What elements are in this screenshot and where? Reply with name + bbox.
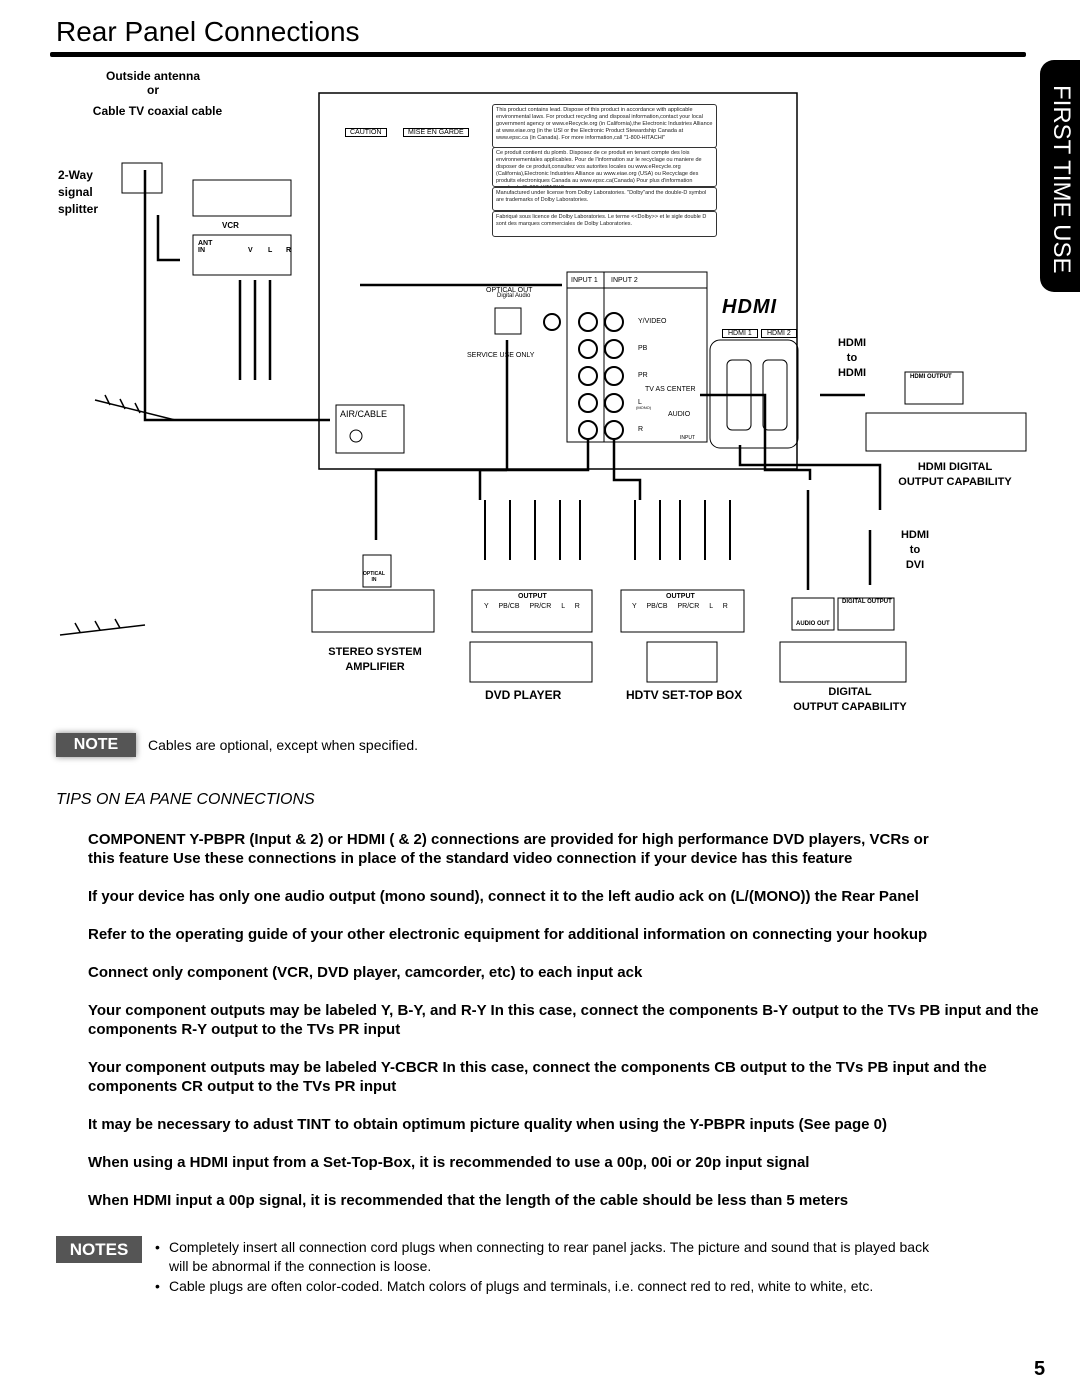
vcr-r-label: R: [286, 247, 292, 254]
tv-center-label: TV AS CENTER: [645, 386, 696, 393]
audio-label: AUDIO: [668, 411, 691, 418]
page-number: 5: [1034, 1358, 1046, 1380]
dolby-notice-fr: Fabriqué sous licence de Dolby Laborator…: [492, 211, 717, 237]
dvd-player-label: DVD PLAYER: [485, 688, 562, 702]
tip-item: When HDMI input a 00p signal, it is reco…: [88, 1192, 849, 1209]
disposal-notice: This product contains lead. Dispose of t…: [492, 104, 717, 148]
hdmi-output-label: HDMI OUTPUT: [910, 374, 952, 380]
mono-label: (MONO): [636, 405, 652, 410]
splitter-label: 2-Way signal splitter: [58, 168, 99, 216]
hdmi2-label: HDMI 2: [761, 329, 797, 338]
cable-label: Cable TV coaxial cable: [92, 104, 223, 118]
dvd-output-label: OUTPUT: [518, 593, 547, 600]
tip-item: If your device has only one audio output…: [88, 888, 919, 905]
digital-output-label: DIGITAL OUTPUT: [842, 599, 892, 605]
digital-capability-label: DIGITAL OUTPUT CAPABILITY: [793, 686, 907, 713]
hdmi-digital-label: HDMI DIGITAL OUTPUT CAPABILITY: [898, 461, 1012, 488]
hdmi-logo: HDMI: [722, 296, 778, 318]
digital-audio-label: Digital Audio: [497, 293, 531, 299]
tip-item: Your component outputs may be labeled Y,…: [88, 1002, 1039, 1038]
optical-in-label: OPTICAL IN: [363, 571, 385, 583]
service-label: SERVICE USE ONLY: [467, 352, 535, 359]
input2-label: INPUT 2: [611, 277, 638, 284]
note-badge: NOTE: [56, 733, 136, 757]
antenna-label: Outside antenna or: [105, 69, 200, 97]
tips-heading: TIPS ON EA PANE CONNECTIONS: [56, 791, 315, 808]
connection-diagram: Outside antenna or Cable TV coaxial cable…: [0, 0, 1080, 730]
air-cable-jack: AIR/CABLE: [340, 409, 388, 419]
tip-item: Refer to the operating guide of your oth…: [88, 926, 928, 943]
dvd-jack-labels: Y PB/CB PR/CR L R: [484, 603, 580, 610]
caution-fr-label: MISE EN GARDE: [403, 128, 469, 137]
audio-out-label: AUDIO OUT: [796, 621, 830, 627]
note-text: Cables are optional, except when specifi…: [148, 737, 419, 753]
hdmi-to-hdmi-label: HDMI to HDMI: [837, 337, 867, 379]
input1-label: INPUT 1: [571, 277, 598, 284]
disposal-notice-fr: Ce produit contient du plomb. Disposez d…: [492, 147, 717, 187]
tip-item: When using a HDMI input from a Set-Top-B…: [88, 1154, 810, 1171]
vcr-v-label: V: [248, 247, 253, 254]
tip-item: Your component outputs may be labeled Y-…: [88, 1059, 987, 1095]
notes-item: Completely insert all connection cord pl…: [155, 1238, 1035, 1276]
stb-jack-labels: Y PB/CB PR/CR L R: [632, 603, 728, 610]
caution-label: CAUTION: [345, 128, 387, 137]
stereo-amplifier-label: STEREO SYSTEM AMPLIFIER: [328, 646, 422, 673]
tip-item: COMPONENT Y-PBPR (Input & 2) or HDMI ( &…: [88, 831, 929, 867]
r-label: R: [638, 426, 644, 433]
pr-label: PR: [638, 372, 648, 379]
y-video-label: Y/VIDEO: [638, 318, 667, 325]
tip-item: Connect only component (VCR, DVD player,…: [88, 964, 643, 981]
notes-item: Cable plugs are often color-coded. Match…: [155, 1277, 1035, 1296]
hdtv-box-label: HDTV SET-TOP BOX: [626, 688, 743, 702]
dolby-notice: Manufactured under license from Dolby La…: [492, 187, 717, 211]
tip-item: It may be necessary to adust TINT to obt…: [88, 1116, 888, 1133]
ant-in-label: ANT IN: [198, 240, 213, 254]
pb-label: PB: [638, 345, 648, 352]
vcr-l-label: L: [268, 247, 273, 254]
vcr-label: VCR: [222, 221, 239, 230]
hdmi1-label: HDMI 1: [722, 329, 758, 338]
hdmi-to-dvi-label: HDMI to DVI: [900, 529, 930, 571]
notes-badge: NOTES: [56, 1236, 142, 1263]
input-label: INPUT: [680, 435, 695, 441]
stb-output-label: OUTPUT: [666, 593, 695, 600]
